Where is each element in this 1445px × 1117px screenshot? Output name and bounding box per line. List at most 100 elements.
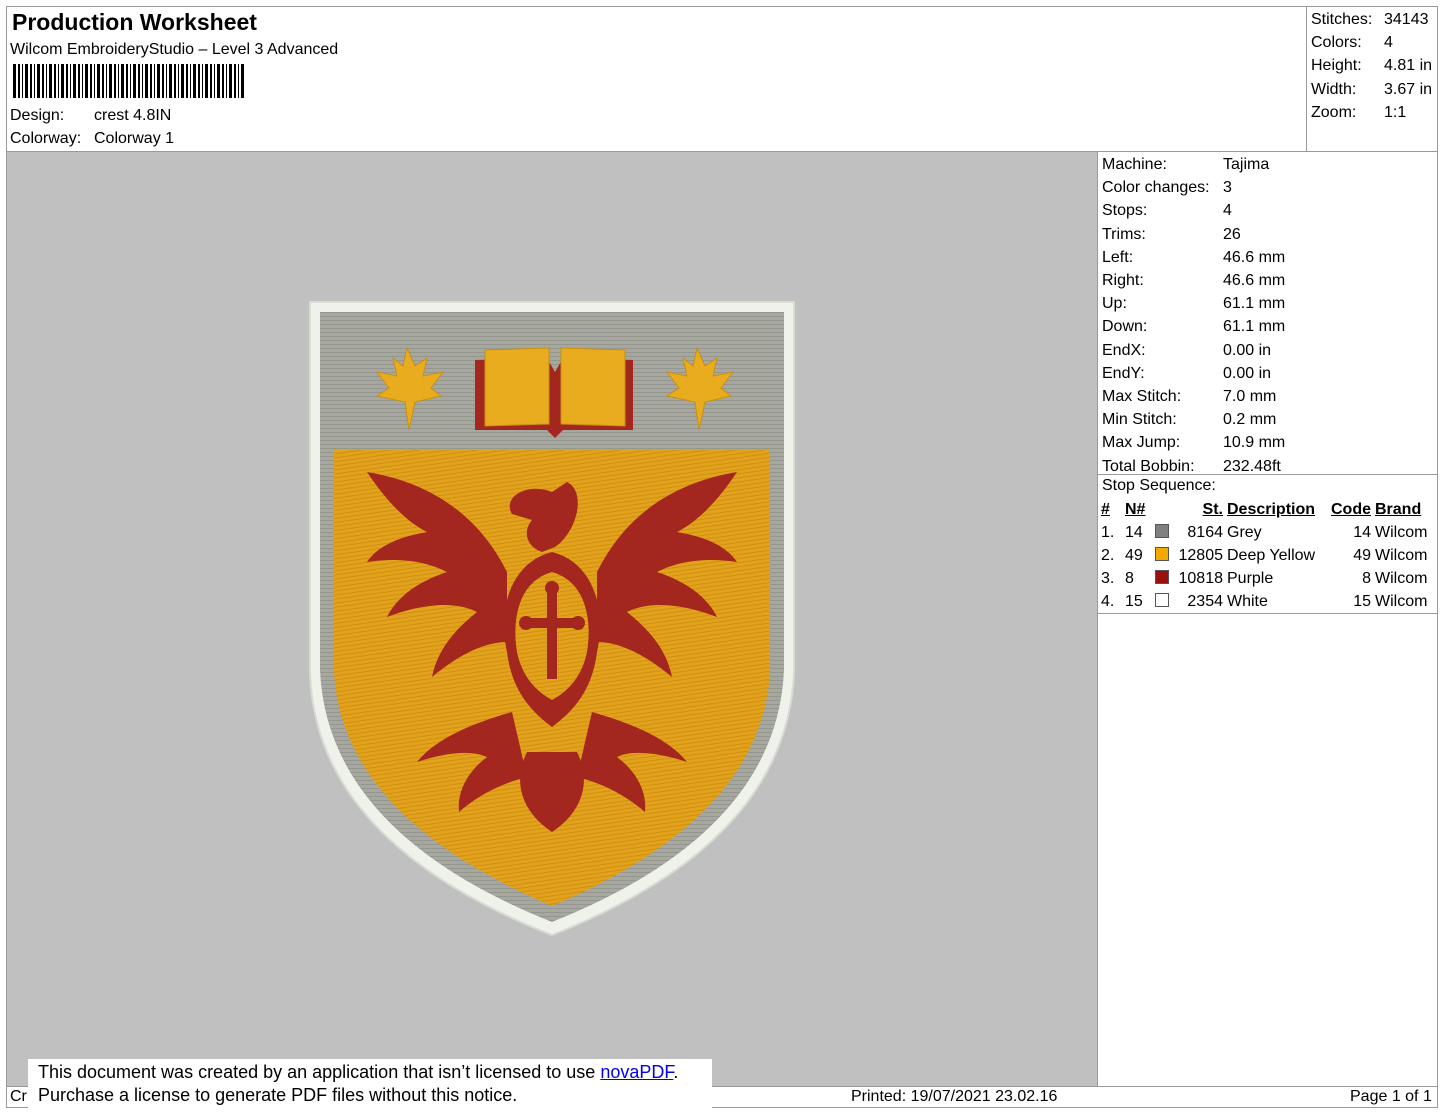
machine-stat-value: 0.00 in	[1223, 341, 1272, 359]
barcode-bar	[145, 64, 148, 98]
cell-stitches: 12805	[1178, 546, 1224, 564]
barcode-bar	[133, 64, 136, 98]
cell-brand: Wilcom	[1375, 592, 1428, 610]
machine-stat-label: Min Stitch:	[1102, 411, 1177, 429]
colorway-label: Colorway:	[10, 130, 82, 147]
machine-stats: Machine: Tajima Color changes: 3 Stops: 4 Trim…	[1102, 153, 1285, 478]
barcode-bar	[138, 64, 140, 98]
machine-stat-label: Trims:	[1102, 225, 1146, 243]
cell-code: 49	[1353, 546, 1371, 564]
worksheet-title: Production Worksheet	[12, 9, 257, 35]
color-swatch	[1155, 592, 1169, 607]
barcode-bar	[166, 64, 167, 98]
crest-embroidery-image	[309, 301, 795, 937]
machine-stat-value: 61.1 mm	[1223, 318, 1286, 336]
notice-line-2: Purchase a license to generate PDF files…	[38, 1085, 518, 1105]
cell-stitches: 10818	[1178, 569, 1224, 587]
barcode-bar	[241, 64, 244, 98]
license-notice: This document was created by an applicat…	[28, 1059, 712, 1111]
barcode-bar	[162, 64, 164, 98]
machine-stat-row: Machine: Tajima	[1102, 153, 1285, 176]
barcode-bar	[238, 64, 239, 98]
color-swatch-cell	[1153, 544, 1175, 567]
barcode-bar	[229, 64, 232, 98]
col-code: Code	[1331, 500, 1371, 518]
machine-stat-value: 61.1 mm	[1223, 295, 1286, 313]
barcode-bar	[109, 64, 112, 98]
barcode-bar	[25, 64, 28, 98]
table-header-row: # N# St. Description Code Brand	[1099, 498, 1433, 521]
summary-value: 3.67 in	[1384, 80, 1433, 98]
cell-needle: 49	[1125, 546, 1143, 564]
cell-description: Deep Yellow	[1227, 546, 1316, 564]
cell-code: 8	[1362, 569, 1371, 587]
design-label: Design:	[10, 107, 65, 124]
barcode	[13, 64, 244, 98]
barcode-bar	[85, 64, 88, 98]
cell-code: 15	[1353, 592, 1371, 610]
stop-sequence-table: # N# St. Description Code Brand 1. 14 8164…	[1099, 498, 1433, 613]
color-swatch-cell	[1153, 590, 1175, 613]
machine-stat-label: Max Stitch:	[1102, 388, 1182, 406]
barcode-bar	[169, 64, 172, 98]
colorway-value: Colorway 1	[94, 130, 175, 147]
cell-needle: 15	[1125, 592, 1143, 610]
table-row: 2. 49 12805 Deep Yellow 49 Wilcom	[1099, 544, 1433, 567]
stats-separator	[1098, 474, 1438, 475]
cell-needle: 14	[1125, 523, 1143, 541]
summary-value: 4	[1384, 34, 1393, 52]
cell-brand: Wilcom	[1375, 569, 1428, 587]
barcode-bar	[54, 64, 56, 98]
table-row: 1. 14 8164 Grey 14 Wilcom	[1099, 521, 1433, 544]
design-row: Design: crest 4.8IN	[10, 107, 171, 125]
cell-description: Grey	[1227, 523, 1262, 541]
barcode-bar	[178, 64, 179, 98]
barcode-bar	[130, 64, 131, 98]
barcode-bar	[114, 64, 116, 98]
summary-row: Colors: 4	[1311, 31, 1432, 54]
summary-label: Height:	[1311, 57, 1362, 75]
barcode-bar	[78, 64, 80, 98]
barcode-bar	[222, 64, 224, 98]
barcode-bar	[94, 64, 95, 98]
cell-num: 3.	[1101, 569, 1115, 587]
barcode-bar	[126, 64, 128, 98]
barcode-bar	[106, 64, 107, 98]
color-swatch-cell	[1153, 567, 1175, 590]
page-number: Page 1 of 1	[1350, 1088, 1432, 1105]
col-brand: Brand	[1375, 500, 1422, 518]
barcode-bar	[190, 64, 191, 98]
barcode-bar	[198, 64, 200, 98]
cell-description: White	[1227, 592, 1268, 610]
machine-stat-row: Stops: 4	[1102, 199, 1285, 222]
machine-stat-label: EndY:	[1102, 364, 1145, 382]
footer-left-text: Cr	[10, 1088, 27, 1105]
barcode-bar	[90, 64, 92, 98]
summary-row: Zoom: 1:1	[1311, 101, 1432, 124]
barcode-bar	[157, 64, 160, 98]
summary-divider	[1306, 6, 1307, 152]
design-value: crest 4.8IN	[94, 107, 172, 124]
machine-stat-label: Up:	[1102, 295, 1127, 313]
machine-stat-row: Up: 61.1 mm	[1102, 292, 1285, 315]
barcode-bar	[22, 64, 23, 98]
machine-stat-label: Stops:	[1102, 202, 1148, 220]
summary-label: Width:	[1311, 80, 1357, 98]
printed-timestamp: Printed: 19/07/2021 23.02.16	[851, 1088, 1058, 1105]
machine-stat-row: Max Jump: 10.9 mm	[1102, 431, 1285, 454]
machine-stat-value: 46.6 mm	[1223, 248, 1286, 266]
barcode-bar	[118, 64, 119, 98]
col-stitches: St.	[1202, 500, 1223, 518]
cell-stitches: 8164	[1187, 523, 1223, 541]
barcode-bar	[193, 64, 196, 98]
novapdf-link[interactable]: novaPDF	[600, 1062, 673, 1082]
machine-stat-value: 3	[1223, 179, 1232, 197]
machine-stat-label: Max Jump:	[1102, 434, 1181, 452]
barcode-bar	[210, 64, 212, 98]
cell-stitches: 2354	[1187, 592, 1223, 610]
summary-stats: Stitches: 34143 Colors: 4 Height: 4.81 in W…	[1311, 8, 1432, 124]
stop-sequence-title: Stop Sequence:	[1102, 477, 1216, 494]
cell-needle: 8	[1125, 569, 1134, 587]
machine-stat-row: Down: 61.1 mm	[1102, 315, 1285, 338]
cell-brand: Wilcom	[1375, 546, 1428, 564]
